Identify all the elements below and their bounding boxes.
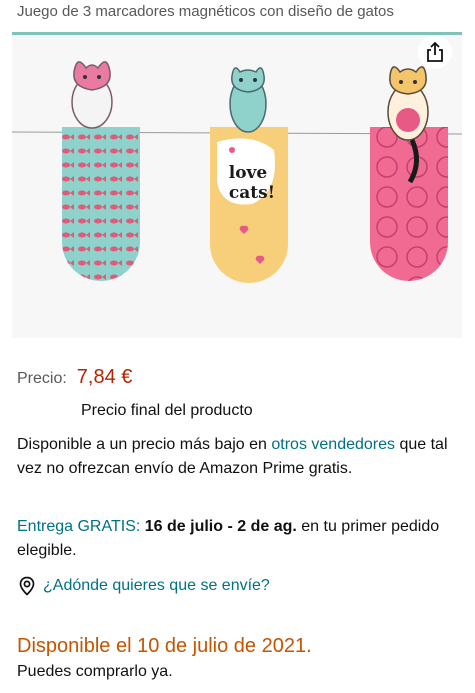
price-label: Precio: <box>17 370 67 387</box>
delivery-location-link[interactable]: ¿Adónde quieres que se envíe? <box>17 576 270 596</box>
image-cats-text: cats! <box>229 183 275 203</box>
other-sellers-link[interactable]: otros vendedores <box>271 436 395 453</box>
availability-text-before: Disponible a un precio más bajo en <box>17 436 272 453</box>
share-icon <box>427 41 443 62</box>
product-image[interactable]: love cats! <box>12 32 462 338</box>
final-price-note: Precio final del producto <box>81 402 253 419</box>
delivery-dates: 16 de julio - 2 de ag. <box>144 518 297 535</box>
location-text[interactable]: ¿Adónde quieres que se envíe? <box>43 577 270 595</box>
buy-now-note: Puedes comprarlo ya. <box>17 663 173 680</box>
bookmarks-illustration: love cats! <box>12 32 462 283</box>
product-title: Juego de 3 marcadores magnéticos con dis… <box>17 3 394 20</box>
share-button[interactable] <box>418 35 452 69</box>
free-delivery-label: Entrega GRATIS: <box>17 518 141 535</box>
image-love-text: love <box>229 163 268 183</box>
stock-status: Disponible el 10 de julio de 2021. <box>17 635 312 657</box>
delivery-message: Entrega GRATIS: 16 de julio - 2 de ag. e… <box>17 515 465 563</box>
availability-message: Disponible a un precio más bajo en otros… <box>17 433 465 481</box>
location-pin-icon <box>19 576 35 596</box>
price-row: Precio: 7,84 € <box>17 366 132 389</box>
price-value: 7,84 € <box>76 366 133 388</box>
